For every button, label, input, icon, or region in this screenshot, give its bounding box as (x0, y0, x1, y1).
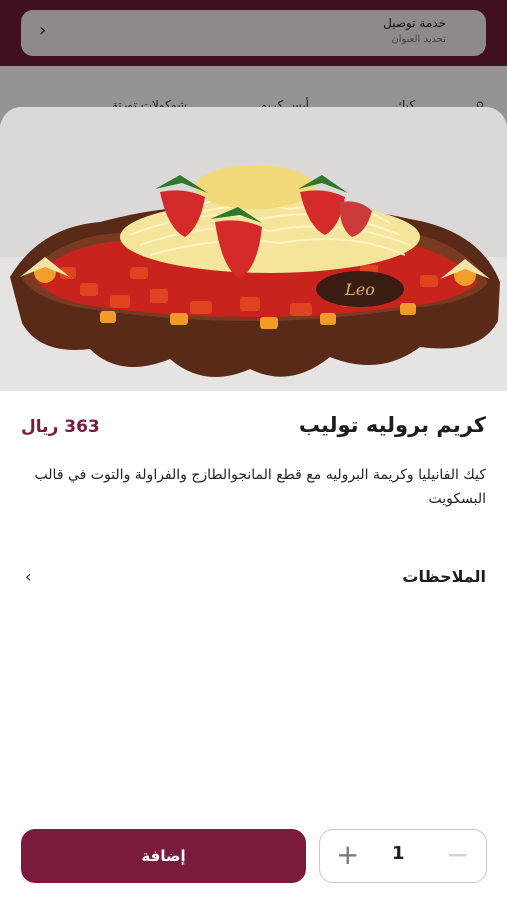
notes-label: الملاحظات (402, 567, 486, 586)
brand-logo: Leo (344, 280, 375, 299)
chevron-left-icon: ‹ (39, 20, 47, 41)
product-image: Leo (0, 107, 507, 391)
top-bar: خدمة توصيل تحديد العنوان ‹ (0, 0, 507, 66)
quantity-value: 1 (392, 843, 405, 864)
chevron-right-icon: › (25, 567, 32, 586)
notes-row[interactable]: الملاحظات › (21, 567, 486, 597)
delivery-address: تحديد العنوان (391, 34, 446, 45)
add-to-cart-button[interactable]: إضافة (21, 829, 306, 883)
product-sheet: Leo كريم بروليه توليب 363 ريال كيك الفان… (0, 107, 507, 900)
add-button-label: إضافة (141, 847, 186, 865)
product-description: كيك الفانيليا وكريمة البروليه مع قطع الم… (34, 467, 486, 507)
product-price: 363 ريال (21, 417, 100, 437)
product-name: كريم بروليه توليب (298, 413, 486, 437)
delivery-selector[interactable]: خدمة توصيل تحديد العنوان ‹ (21, 10, 486, 56)
minus-icon[interactable]: − (446, 840, 469, 870)
plus-icon[interactable]: + (336, 840, 359, 870)
delivery-title: خدمة توصيل (383, 16, 446, 30)
quantity-stepper: + 1 − (319, 829, 487, 883)
